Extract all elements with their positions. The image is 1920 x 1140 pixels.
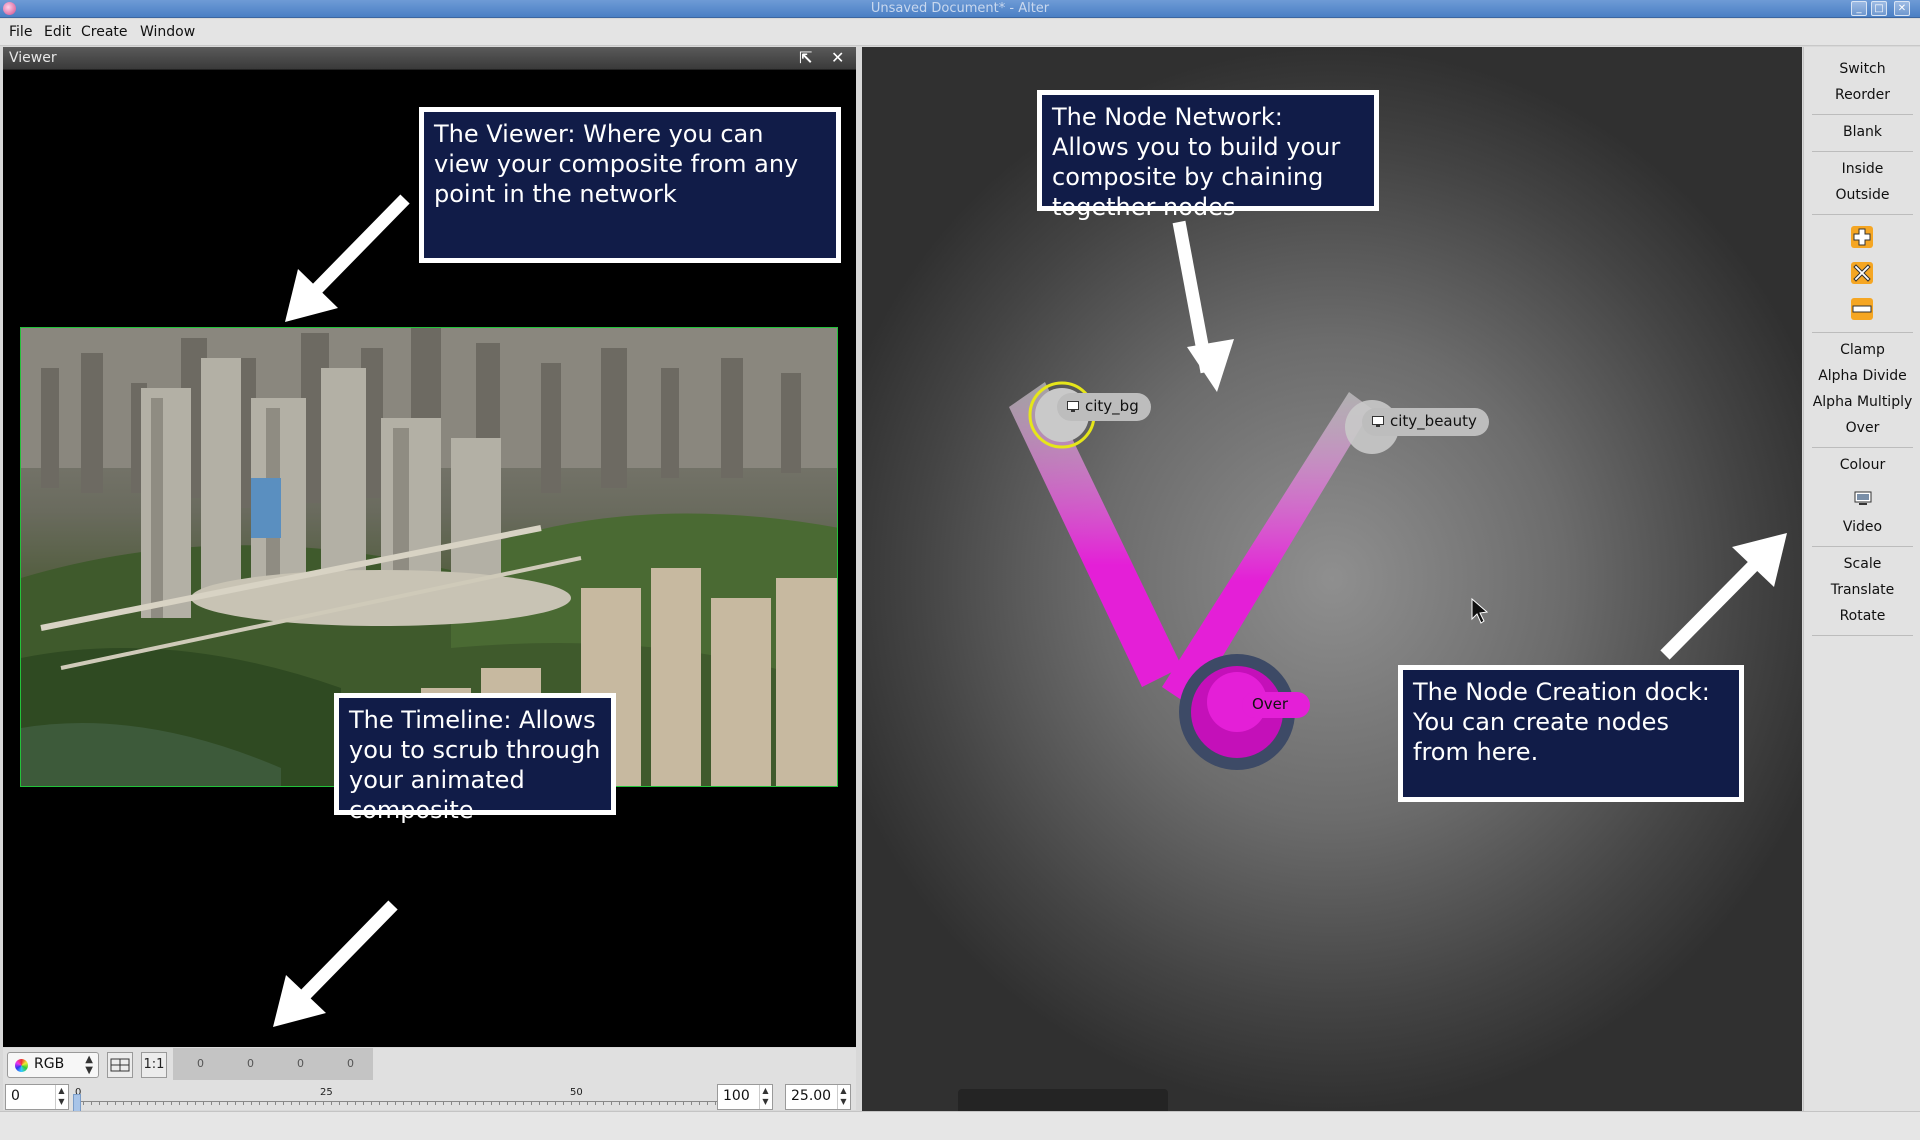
- current-frame-value: 0: [11, 1088, 20, 1104]
- edge-city-beauty-to-over: [1162, 392, 1372, 707]
- guides-icon: [110, 1058, 130, 1072]
- viewer-controls: RGB ▲ ▼ 1:1 0 0 0 0 0 ▲ ▼ 0 25 50 100 ▲ ▼ 2…: [3, 1048, 856, 1114]
- separator: [1812, 447, 1913, 448]
- separator: [1812, 546, 1913, 547]
- menu-bar: File Edit Create Window: [0, 19, 1920, 46]
- color-wheel-icon: [15, 1059, 28, 1072]
- create-video-node[interactable]: Video: [1804, 519, 1920, 535]
- edge-city-bg-to-over: [1009, 382, 1182, 687]
- pixel-r: 0: [197, 1057, 204, 1070]
- title-bar: Unsaved Document* - Alter _ □ ✕: [0, 0, 1920, 18]
- end-frame-value: 100: [723, 1088, 750, 1104]
- tick-label: 50: [570, 1087, 583, 1098]
- menu-edit[interactable]: Edit: [44, 24, 71, 40]
- create-inside-node[interactable]: Inside: [1804, 161, 1920, 177]
- dock-arrow: [1660, 533, 1787, 660]
- create-over-node[interactable]: Over: [1804, 420, 1920, 436]
- monitor-icon: [1067, 401, 1079, 412]
- menu-window[interactable]: Window: [140, 24, 195, 40]
- tick-label: 25: [320, 1087, 333, 1098]
- maximize-icon[interactable]: □: [1871, 1, 1887, 16]
- viewer-panel: Viewer ⇱ ✕ The Viewer: Where you can vie…: [3, 47, 856, 1047]
- create-alpha-multiply-node[interactable]: Alpha Multiply: [1804, 394, 1920, 410]
- monitor-icon[interactable]: [1854, 491, 1872, 507]
- create-alpha-divide-node[interactable]: Alpha Divide: [1804, 368, 1920, 384]
- create-blank-node[interactable]: Blank: [1804, 124, 1920, 140]
- timeline-callout: The Timeline: Allows you to scrub throug…: [334, 693, 616, 824]
- separator: [1812, 214, 1913, 215]
- node-name: city_bg: [1085, 397, 1139, 415]
- current-frame-input[interactable]: 0 ▲ ▼: [5, 1084, 69, 1110]
- create-outside-node[interactable]: Outside: [1804, 187, 1920, 203]
- guides-toggle-button[interactable]: [107, 1052, 133, 1078]
- channel-select-value: RGB: [34, 1056, 65, 1072]
- node-label-city-beauty[interactable]: city_beauty: [1362, 408, 1489, 436]
- node-network-panel[interactable]: city_bg city_beauty Over The Node Networ…: [862, 47, 1802, 1111]
- pixel-b: 0: [297, 1057, 304, 1070]
- create-translate-node[interactable]: Translate: [1804, 582, 1920, 598]
- node-creation-dock: Switch Reorder Blank Inside Outside Clam…: [1803, 47, 1920, 1111]
- timeline-track[interactable]: [75, 1101, 717, 1105]
- add-node-icon[interactable]: [1850, 225, 1874, 249]
- multiply-node-icon[interactable]: [1850, 261, 1874, 285]
- network-arrow: [1172, 220, 1234, 392]
- spin-arrows-icon: ▲ ▼: [85, 1054, 93, 1076]
- create-switch-node[interactable]: Switch: [1804, 61, 1920, 77]
- create-rotate-node[interactable]: Rotate: [1804, 608, 1920, 624]
- pixel-a: 0: [347, 1057, 354, 1070]
- network-callout: The Node Network: Allows you to build yo…: [1037, 90, 1379, 221]
- menu-create[interactable]: Create: [81, 24, 128, 40]
- bottom-tab[interactable]: [958, 1089, 1168, 1111]
- spin-arrows-icon[interactable]: ▲ ▼: [55, 1085, 67, 1109]
- separator: [1812, 114, 1913, 115]
- create-scale-node[interactable]: Scale: [1804, 556, 1920, 572]
- spin-arrows-icon[interactable]: ▲ ▼: [759, 1085, 771, 1109]
- node-label-city-bg[interactable]: city_bg: [1057, 393, 1151, 421]
- close-window-icon[interactable]: ✕: [1894, 1, 1910, 16]
- spin-arrows-icon[interactable]: ▲ ▼: [837, 1085, 849, 1109]
- channel-select[interactable]: RGB ▲ ▼: [7, 1052, 99, 1078]
- status-bar: [0, 1111, 1920, 1140]
- fps-input[interactable]: 25.00 ▲ ▼: [785, 1084, 851, 1110]
- fps-value: 25.00: [791, 1088, 832, 1104]
- end-frame-input[interactable]: 100 ▲ ▼: [717, 1084, 773, 1110]
- pixel-g: 0: [247, 1057, 254, 1070]
- mouse-cursor-icon: [1471, 597, 1489, 624]
- subtract-node-icon[interactable]: [1850, 297, 1874, 321]
- dock-callout: The Node Creation dock: You can create n…: [1398, 665, 1744, 802]
- separator: [1812, 332, 1913, 333]
- pixel-value-readout: 0 0 0 0: [173, 1048, 373, 1080]
- separator: [1812, 635, 1913, 636]
- over-node[interactable]: [1179, 654, 1310, 770]
- zoom-1-1-button[interactable]: 1:1: [141, 1052, 167, 1078]
- node-label-over[interactable]: Over: [1252, 695, 1288, 713]
- viewer-arrow: [285, 194, 410, 322]
- monitor-icon: [1372, 416, 1384, 427]
- minimize-icon[interactable]: _: [1851, 1, 1867, 16]
- menu-file[interactable]: File: [9, 24, 32, 40]
- create-reorder-node[interactable]: Reorder: [1804, 87, 1920, 103]
- create-clamp-node[interactable]: Clamp: [1804, 342, 1920, 358]
- separator: [1812, 151, 1913, 152]
- window-title: Unsaved Document* - Alter: [870, 1, 1050, 16]
- node-name: city_beauty: [1390, 412, 1477, 430]
- timeline-arrow: [273, 900, 398, 1027]
- create-colour-node[interactable]: Colour: [1804, 457, 1920, 473]
